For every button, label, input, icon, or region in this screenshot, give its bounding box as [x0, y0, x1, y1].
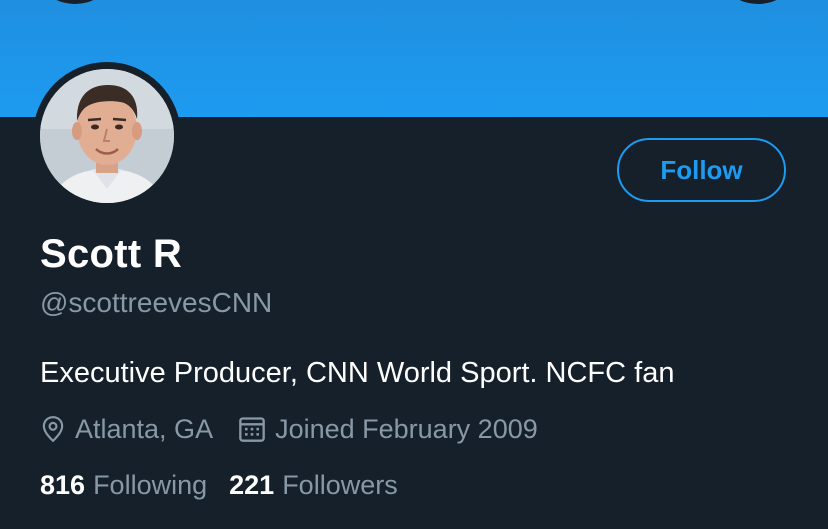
joined-item: Joined February 2009 — [238, 414, 538, 445]
following-label: Following — [93, 470, 208, 500]
following-link[interactable]: 816 Following — [40, 470, 207, 501]
followers-label: Followers — [282, 470, 398, 500]
location-item: Atlanta, GA — [40, 414, 213, 445]
location-text: Atlanta, GA — [75, 413, 214, 444]
profile-meta: Atlanta, GA Joined February 2009 — [40, 410, 538, 448]
avatar-frame — [33, 62, 181, 210]
location-pin-icon — [40, 415, 66, 443]
joined-text: Joined February 2009 — [275, 413, 538, 444]
profile-bio: Executive Producer, CNN World Sport. NCF… — [40, 357, 675, 389]
back-button[interactable] — [45, 0, 105, 4]
followers-count: 221 — [229, 470, 275, 500]
profile-name: Scott R — [40, 232, 183, 276]
followers-link[interactable]: 221 Followers — [229, 470, 398, 501]
following-count: 816 — [40, 470, 86, 500]
profile-stats: 816 Following 221 Followers — [40, 470, 398, 501]
avatar[interactable] — [40, 69, 174, 203]
follow-button[interactable]: Follow — [617, 138, 786, 202]
profile-handle: @scottreevesCNN — [40, 287, 273, 318]
calendar-icon — [238, 415, 266, 443]
more-options-button[interactable] — [728, 0, 788, 4]
